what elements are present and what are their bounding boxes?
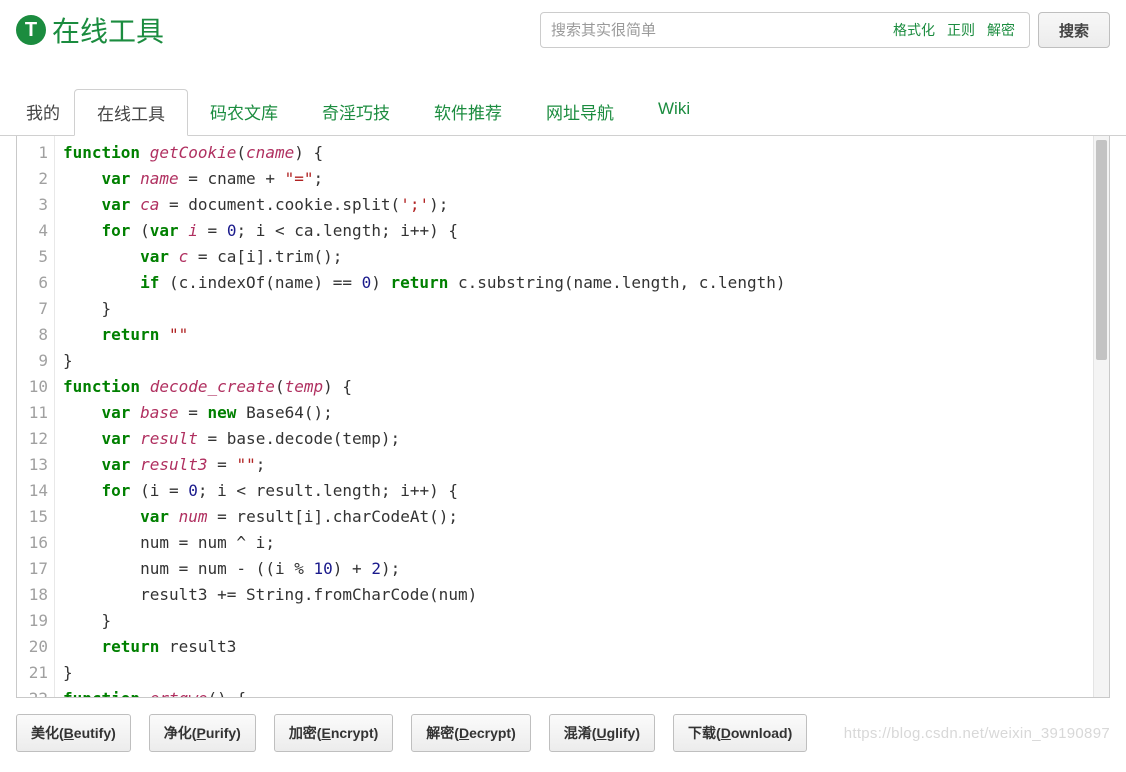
scrollbar-track[interactable] — [1093, 136, 1109, 697]
scrollbar-thumb[interactable] — [1096, 140, 1107, 360]
search-button[interactable]: 搜索 — [1038, 12, 1110, 48]
line-gutter: 12345678910111213141516171819202122 — [17, 136, 55, 697]
search-input[interactable] — [551, 22, 887, 39]
search-tag-decrypt[interactable]: 解密 — [981, 18, 1021, 42]
tab-software[interactable]: 软件推荐 — [412, 89, 524, 136]
toolbar: 美化(Beutify) 净化(Purify) 加密(Encrypt) 解密(De… — [0, 698, 1126, 764]
logo[interactable]: T 在线工具 — [16, 10, 164, 50]
uglify-button[interactable]: 混淆(Uglify) — [549, 714, 655, 752]
watermark-text: https://blog.csdn.net/weixin_39190897 — [844, 725, 1110, 742]
beautify-button[interactable]: 美化(Beutify) — [16, 714, 131, 752]
nav-tabs: 我的 在线工具 码农文库 奇淫巧技 软件推荐 网址导航 Wiki — [0, 88, 1126, 136]
download-button[interactable]: 下载(Download) — [673, 714, 807, 752]
tab-library[interactable]: 码农文库 — [188, 89, 300, 136]
tab-mine[interactable]: 我的 — [16, 89, 70, 136]
logo-icon: T — [16, 15, 46, 45]
encrypt-button[interactable]: 加密(Encrypt) — [274, 714, 393, 752]
tab-wiki[interactable]: Wiki — [636, 89, 712, 136]
purify-button[interactable]: 净化(Purify) — [149, 714, 256, 752]
tab-tricks[interactable]: 奇淫巧技 — [300, 89, 412, 136]
logo-text: 在线工具 — [52, 10, 164, 50]
code-editor[interactable]: 12345678910111213141516171819202122 func… — [16, 136, 1110, 698]
tab-tools[interactable]: 在线工具 — [74, 89, 188, 136]
search-tag-regex[interactable]: 正则 — [941, 18, 981, 42]
search-tag-format[interactable]: 格式化 — [887, 18, 941, 42]
search-box: 格式化 正则 解密 — [540, 12, 1030, 48]
header: T 在线工具 格式化 正则 解密 搜索 — [0, 0, 1126, 62]
search-wrap: 格式化 正则 解密 搜索 — [540, 12, 1110, 48]
decrypt-button[interactable]: 解密(Decrypt) — [411, 714, 530, 752]
tab-nav[interactable]: 网址导航 — [524, 89, 636, 136]
code-content[interactable]: function getCookie(cname) { var name = c… — [55, 136, 1109, 697]
